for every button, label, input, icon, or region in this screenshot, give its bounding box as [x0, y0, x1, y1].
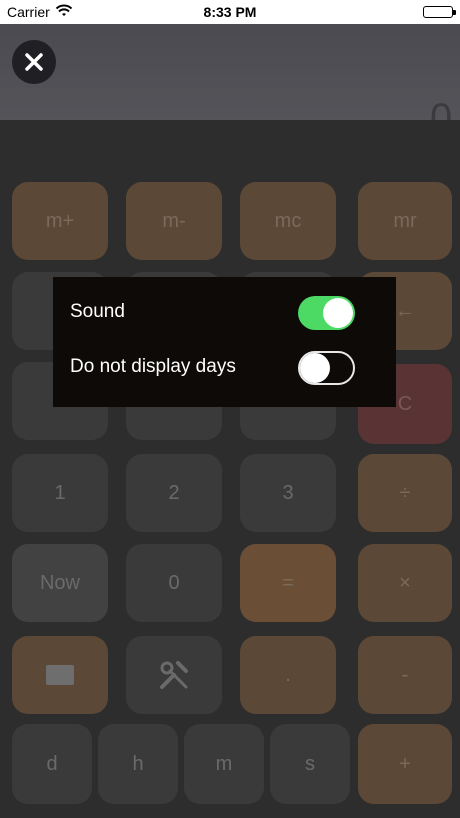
days-toggle[interactable]: [298, 351, 355, 385]
settings-panel: Sound Do not display days: [53, 277, 396, 407]
calendar-icon: [46, 665, 74, 685]
key-2[interactable]: 2: [126, 454, 222, 532]
sound-label: Sound: [70, 301, 125, 322]
sound-toggle[interactable]: [298, 296, 355, 330]
close-button[interactable]: [12, 40, 56, 84]
battery-icon: [423, 6, 456, 18]
status-bar: Carrier 8:33 PM: [0, 0, 460, 24]
tools-button[interactable]: [126, 636, 222, 714]
key-0[interactable]: 0: [126, 544, 222, 622]
close-icon: [25, 53, 43, 71]
key-mr[interactable]: mr: [358, 182, 452, 260]
status-time: 8:33 PM: [203, 4, 257, 20]
key-decimal[interactable]: .: [240, 636, 336, 714]
key-h[interactable]: h: [98, 724, 178, 804]
key-plus[interactable]: +: [358, 724, 452, 804]
key-s[interactable]: s: [270, 724, 350, 804]
key-m[interactable]: m: [184, 724, 264, 804]
days-label: Do not display days: [70, 356, 236, 377]
tools-icon: [160, 661, 188, 689]
toggle-knob: [300, 353, 330, 383]
key-d[interactable]: d: [12, 724, 92, 804]
calendar-button[interactable]: [12, 636, 108, 714]
key-divide[interactable]: ÷: [358, 454, 452, 532]
key-m-minus[interactable]: m-: [126, 182, 222, 260]
key-3[interactable]: 3: [240, 454, 336, 532]
key-mc[interactable]: mc: [240, 182, 336, 260]
key-multiply[interactable]: ×: [358, 544, 452, 622]
toggle-knob: [323, 298, 353, 328]
keypad: m+ m- mc mr 7 8 9 ← 4 5 6 C 1 2 3 ÷ Now …: [0, 120, 460, 818]
key-minus[interactable]: -: [358, 636, 452, 714]
key-1[interactable]: 1: [12, 454, 108, 532]
key-now[interactable]: Now: [12, 544, 108, 622]
key-m-plus[interactable]: m+: [12, 182, 108, 260]
calculator-display: 0: [0, 24, 460, 140]
key-equals[interactable]: =: [240, 544, 336, 622]
